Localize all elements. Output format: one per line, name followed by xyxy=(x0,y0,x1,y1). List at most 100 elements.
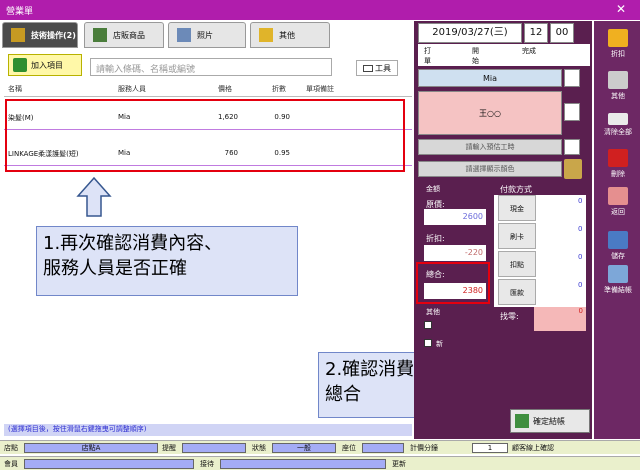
sidebar-label: 刪除 xyxy=(611,170,625,178)
scissors-icon xyxy=(11,28,25,42)
products-icon xyxy=(93,28,107,42)
sidebar-label: 返回 xyxy=(611,208,625,216)
payment-value: 0 xyxy=(578,253,583,261)
folder-icon xyxy=(259,28,273,42)
clear-all-button[interactable]: 清除全部 xyxy=(598,113,638,137)
back-icon xyxy=(608,187,628,205)
tab-label: 技術操作(2) xyxy=(31,30,76,40)
callout-check-items: 1.再次確認消費內容、 服務人員是否正確 xyxy=(36,226,298,296)
tool-button[interactable]: 工具 xyxy=(356,60,398,76)
reception-field[interactable] xyxy=(220,459,386,469)
highlight-box-items xyxy=(5,99,405,172)
discount-button[interactable]: 折扣 xyxy=(598,29,638,59)
confirm-label: 確定結帳 xyxy=(533,416,565,426)
estimate-time-button[interactable]: 請輸入預估工時 xyxy=(418,139,562,155)
change-value: 0 xyxy=(534,307,586,331)
minute-field[interactable]: 00 xyxy=(550,23,574,43)
status-label: 座位 xyxy=(342,444,356,452)
payment-points-button[interactable]: 扣點 xyxy=(498,251,536,277)
status-label: 計價分鐘 xyxy=(410,444,438,452)
add-item-label: 加入項目 xyxy=(31,60,63,70)
change-label: 找零: xyxy=(500,312,519,321)
col-discount: 折數 xyxy=(272,85,286,93)
status-bar-2: 會員 接待 更新 xyxy=(0,456,640,470)
color-button[interactable]: 請選擇顯示顏色 xyxy=(418,161,562,177)
col-name: 名稱 xyxy=(8,85,22,93)
delete-icon xyxy=(608,149,628,167)
status-bar-1: 店點 店點A 提醒 狀態 一般 座位 計價分鐘 1 顧客線上確認 xyxy=(0,440,640,454)
callout-line: 1.再次確認消費內容、 xyxy=(43,233,223,254)
col-price: 價格 xyxy=(218,85,232,93)
status-label: 提醒 xyxy=(162,444,176,452)
side-toolbar: 折扣 其他 清除全部 刪除 返回 儲存 準備結帳 xyxy=(594,21,640,439)
sidebar-label: 清除全部 xyxy=(604,128,632,136)
stylist-field[interactable]: Mia xyxy=(418,69,562,87)
status-label: 會員 xyxy=(4,460,18,468)
col-staff: 服務人員 xyxy=(118,85,146,93)
status-field[interactable]: 一般 xyxy=(272,443,336,453)
add-icon xyxy=(13,58,27,72)
search-input[interactable]: 請輸入條碼、名稱或編號 xyxy=(90,58,332,76)
sidebar-label: 準備結帳 xyxy=(604,286,632,294)
callout-line: 服務人員是否正確 xyxy=(43,258,187,279)
close-icon[interactable]: ✕ xyxy=(616,2,626,16)
payment-transfer-button[interactable]: 匯款 xyxy=(498,279,536,305)
customer-field[interactable]: 王○○ xyxy=(418,91,562,135)
store-field[interactable]: 店點A xyxy=(24,443,158,453)
time-label: 完成 xyxy=(522,47,536,55)
window-title: 營業單 xyxy=(6,7,34,17)
tab-retail[interactable]: 店販商品 xyxy=(84,22,164,48)
checkbox-label: 新 xyxy=(436,340,443,348)
discount-icon xyxy=(608,29,628,47)
photo-icon xyxy=(177,28,191,42)
reminder-field[interactable] xyxy=(182,443,246,453)
minutes-field[interactable]: 1 xyxy=(472,443,508,453)
checkbox[interactable] xyxy=(424,339,432,347)
tab-technical[interactable]: 技術操作(2) xyxy=(2,22,78,48)
save-icon xyxy=(608,231,628,249)
title-bar: 營業單 ✕ xyxy=(0,0,640,20)
payment-card-button[interactable]: 刷卡 xyxy=(498,223,536,249)
sidebar-label: 儲存 xyxy=(611,252,625,260)
payment-value: 0 xyxy=(578,225,583,233)
list-icon[interactable] xyxy=(564,103,580,121)
payment-cash-button[interactable]: 現金 xyxy=(498,195,536,221)
sidebar-label: 折扣 xyxy=(611,50,625,58)
other-button[interactable]: 其他 xyxy=(598,71,638,101)
cash-register-icon xyxy=(515,414,529,428)
time-label: 開始 xyxy=(472,47,479,65)
col-note: 單項備註 xyxy=(306,85,334,93)
status-label: 顧客線上確認 xyxy=(512,444,554,452)
highlight-box-total xyxy=(416,262,490,304)
checkbox-checked[interactable] xyxy=(424,321,432,329)
date-field[interactable]: 2019/03/27(三) xyxy=(418,23,522,43)
original-price-value: 2600 xyxy=(424,209,486,225)
broom-icon[interactable] xyxy=(564,159,582,179)
back-button[interactable]: 返回 xyxy=(598,187,638,217)
tab-label: 照片 xyxy=(197,30,213,40)
delete-button[interactable]: 刪除 xyxy=(598,149,638,179)
tab-other[interactable]: 其他 xyxy=(250,22,330,48)
other-icon xyxy=(608,71,628,89)
prepare-icon xyxy=(608,265,628,283)
hour-field[interactable]: 12 xyxy=(524,23,548,43)
list-icon[interactable] xyxy=(564,139,580,155)
list-icon[interactable] xyxy=(564,69,580,87)
seat-field[interactable] xyxy=(362,443,404,453)
discount-label: 折扣: xyxy=(426,234,445,243)
add-item-button[interactable]: 加入項目 xyxy=(8,54,82,76)
prepare-checkout-button[interactable]: 準備結帳 xyxy=(598,265,638,295)
payment-group-title: 付款方式 xyxy=(500,185,532,194)
member-field[interactable] xyxy=(24,459,194,469)
status-label: 接待 xyxy=(200,460,214,468)
save-button[interactable]: 儲存 xyxy=(598,231,638,261)
payment-value: 0 xyxy=(578,281,583,289)
tool-icon xyxy=(363,64,373,72)
tool-label: 工具 xyxy=(375,63,391,73)
confirm-checkout-button[interactable]: 確定結帳 xyxy=(510,409,590,433)
discount-value: -220 xyxy=(424,245,486,261)
eraser-icon xyxy=(608,113,628,125)
payment-value: 0 xyxy=(578,197,583,205)
time-label: 打單 xyxy=(424,47,431,65)
tab-photos[interactable]: 照片 xyxy=(168,22,246,48)
